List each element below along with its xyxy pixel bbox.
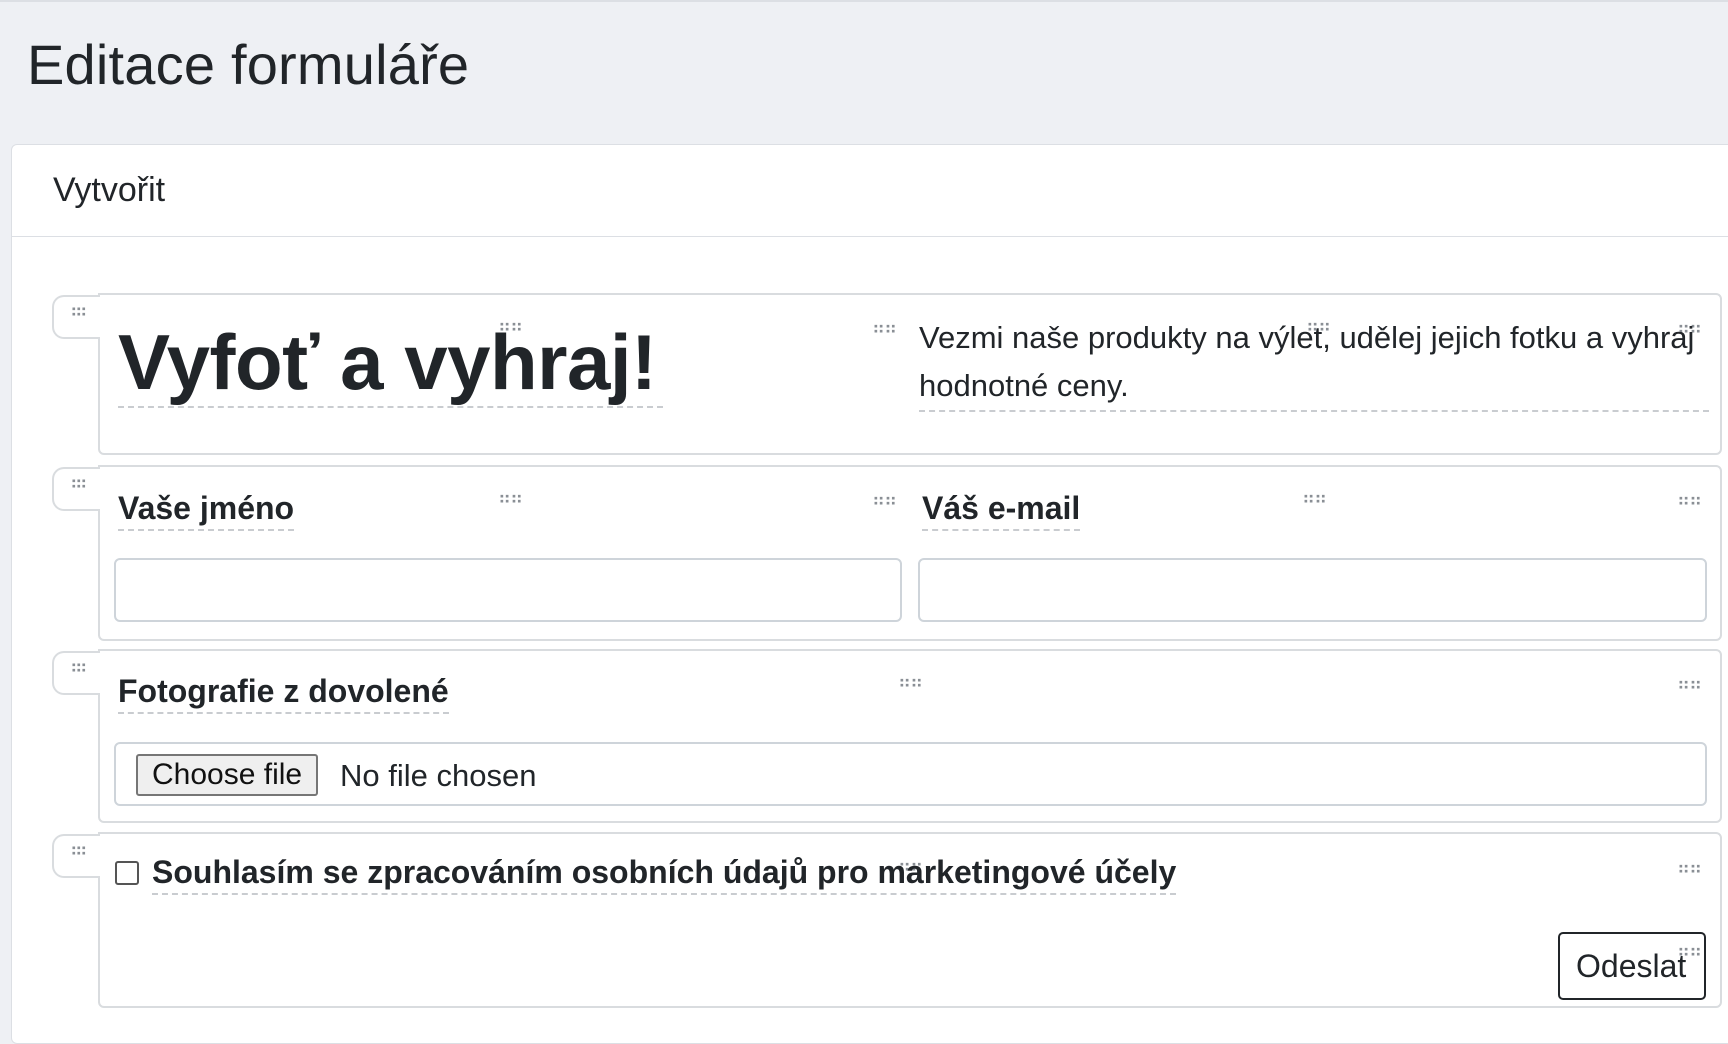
grip-vertical-icon: ⠿ bbox=[67, 844, 87, 857]
email-label[interactable]: Váš e-mail bbox=[922, 490, 1081, 531]
photo-file-input[interactable]: Choose file No file chosen bbox=[114, 742, 1707, 806]
grip-horizontal-icon[interactable]: ⠶⠶ bbox=[898, 673, 923, 691]
card-header-title: Vytvořit bbox=[53, 171, 166, 209]
row-drag-handle[interactable]: ⠿ bbox=[52, 467, 100, 511]
row-drag-handle[interactable]: ⠿ bbox=[52, 834, 100, 878]
page-header: Editace formuláře bbox=[0, 0, 1728, 146]
grip-vertical-icon: ⠿ bbox=[67, 477, 87, 490]
grip-horizontal-icon[interactable]: ⠶⠶ bbox=[1677, 675, 1702, 693]
grip-horizontal-icon[interactable]: ⠶⠶ bbox=[872, 319, 897, 337]
row-drag-handle[interactable]: ⠿ bbox=[52, 295, 100, 339]
grip-vertical-icon: ⠿ bbox=[67, 305, 87, 318]
choose-file-button[interactable]: Choose file bbox=[136, 754, 319, 796]
grip-vertical-icon: ⠿ bbox=[67, 661, 87, 674]
grip-horizontal-icon[interactable]: ⠶⠶ bbox=[1302, 489, 1327, 507]
page-title: Editace formuláře bbox=[27, 33, 470, 96]
grip-horizontal-icon[interactable]: ⠶⠶ bbox=[1677, 942, 1702, 960]
photo-label[interactable]: Fotografie z dovolené bbox=[118, 673, 449, 714]
row-drag-handle[interactable]: ⠿ bbox=[52, 651, 100, 695]
consent-checkbox[interactable] bbox=[115, 861, 139, 885]
hero-description[interactable]: Vezmi naše produkty na výlet, udělej jej… bbox=[919, 314, 1709, 413]
grip-horizontal-icon[interactable]: ⠶⠶ bbox=[872, 491, 897, 509]
grip-horizontal-icon[interactable]: ⠶⠶ bbox=[498, 489, 523, 507]
file-status: No file chosen bbox=[340, 758, 537, 793]
email-input[interactable] bbox=[918, 558, 1707, 622]
name-input[interactable] bbox=[114, 558, 902, 622]
hero-heading[interactable]: Vyfoť a vyhraj! bbox=[118, 321, 663, 408]
grip-horizontal-icon[interactable]: ⠶⠶ bbox=[1677, 859, 1702, 877]
grip-horizontal-icon[interactable]: ⠶⠶ bbox=[1677, 491, 1702, 509]
card-header: Vytvořit bbox=[12, 145, 1728, 237]
name-label[interactable]: Vaše jméno bbox=[118, 490, 295, 531]
consent-label[interactable]: Souhlasím se zpracováním osobních údajů … bbox=[152, 854, 1177, 895]
